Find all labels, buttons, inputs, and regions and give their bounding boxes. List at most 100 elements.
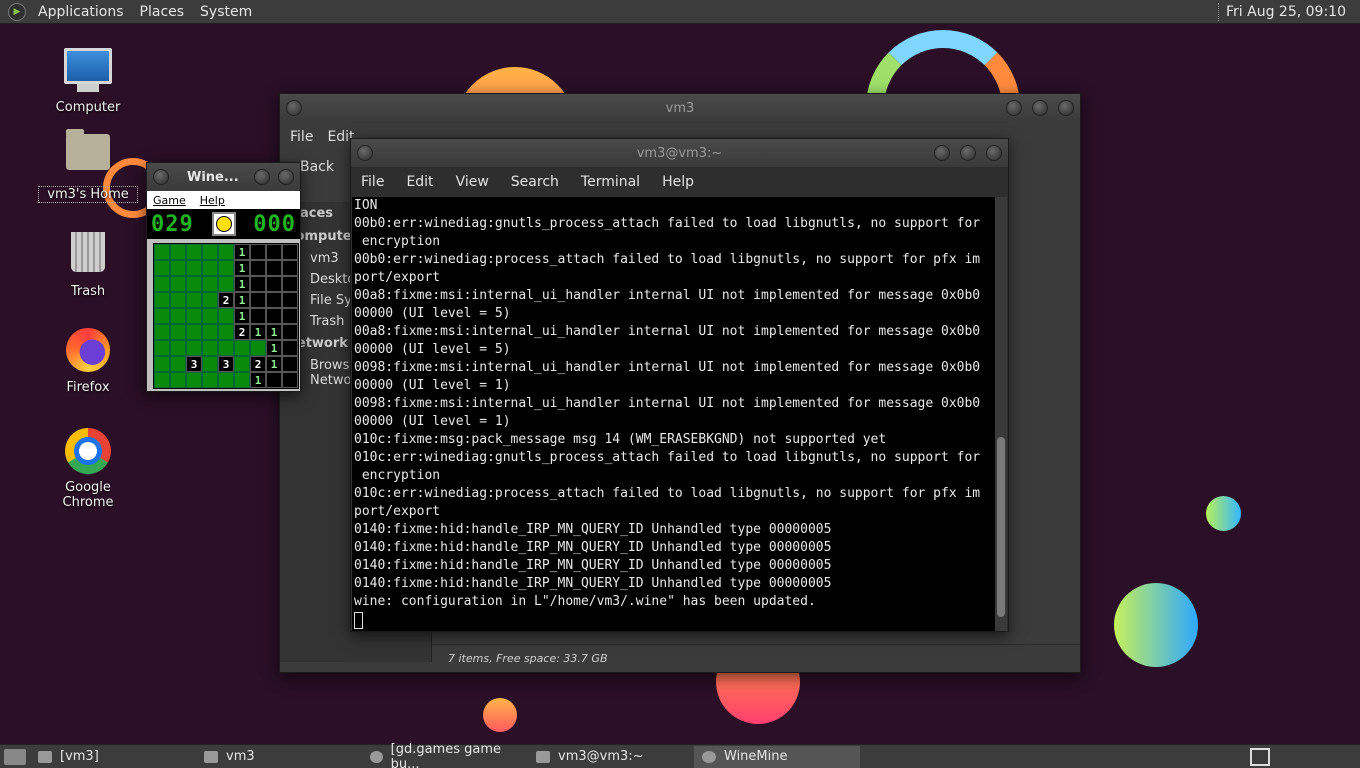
minimize-button[interactable]	[934, 145, 950, 161]
menu-help[interactable]: Help	[200, 194, 225, 207]
close-button[interactable]	[986, 145, 1002, 161]
mine-cell[interactable]: 1	[234, 292, 250, 308]
mine-cell[interactable]	[170, 324, 186, 340]
mine-cell[interactable]	[170, 276, 186, 292]
taskbar-item-chrome[interactable]: [gd.games game bu...	[362, 742, 528, 768]
mine-cell[interactable]	[170, 356, 186, 372]
close-button[interactable]	[1058, 100, 1074, 116]
mine-cell[interactable]	[266, 292, 282, 308]
mine-cell[interactable]: 1	[266, 356, 282, 372]
file-manager-titlebar[interactable]: vm3	[280, 94, 1080, 122]
mine-cell[interactable]	[154, 260, 170, 276]
mine-cell[interactable]	[250, 292, 266, 308]
mine-cell[interactable]	[170, 340, 186, 356]
mine-cell[interactable]	[186, 372, 202, 388]
maximize-button[interactable]	[960, 145, 976, 161]
mine-cell[interactable]	[186, 292, 202, 308]
mine-cell[interactable]	[186, 276, 202, 292]
mine-cell[interactable]	[282, 292, 298, 308]
mine-cell[interactable]	[202, 292, 218, 308]
terminal-prompt-line[interactable]	[354, 611, 996, 629]
mine-cell[interactable]	[202, 276, 218, 292]
mine-cell[interactable]: 2	[218, 292, 234, 308]
desktop-icon-firefox[interactable]: Firefox	[38, 326, 138, 395]
window-menu-button[interactable]	[153, 169, 169, 185]
menu-terminal[interactable]: Terminal	[581, 174, 640, 190]
mine-cell[interactable]	[234, 372, 250, 388]
taskbar-item-winemine[interactable]: WineMine	[694, 745, 860, 768]
mine-cell[interactable]	[282, 244, 298, 260]
mine-cell[interactable]	[218, 340, 234, 356]
window-menu-button[interactable]	[357, 145, 373, 161]
menu-view[interactable]: View	[456, 174, 489, 190]
mine-cell[interactable]	[202, 308, 218, 324]
mine-cell[interactable]	[154, 372, 170, 388]
terminal-scrollbar[interactable]	[995, 197, 1007, 631]
mine-cell[interactable]	[218, 372, 234, 388]
mine-cell[interactable]	[282, 340, 298, 356]
menu-edit[interactable]: Edit	[406, 174, 433, 190]
close-button[interactable]	[278, 169, 294, 185]
desktop-icon-chrome[interactable]: Google Chrome	[38, 426, 138, 510]
applications-menu[interactable]: Applications	[30, 4, 132, 20]
mine-cell[interactable]	[186, 308, 202, 324]
mine-cell[interactable]: 1	[234, 308, 250, 324]
menu-search[interactable]: Search	[511, 174, 559, 190]
desktop-icon-home[interactable]: vm3's Home	[38, 126, 138, 203]
mine-cell[interactable]	[202, 372, 218, 388]
desktop-icon-trash[interactable]: Trash	[38, 226, 138, 299]
terminal-titlebar[interactable]: vm3@vm3:~	[351, 139, 1008, 167]
mine-cell[interactable]	[186, 260, 202, 276]
mine-cell[interactable]	[282, 372, 298, 388]
mine-cell[interactable]: 1	[266, 324, 282, 340]
menu-file[interactable]: File	[361, 174, 384, 190]
desktop-icon-computer[interactable]: Computer	[38, 44, 138, 115]
back-button[interactable]: Back	[300, 159, 334, 175]
mine-cell[interactable]	[202, 260, 218, 276]
mine-cell[interactable]	[250, 244, 266, 260]
mine-cell[interactable]: 2	[234, 324, 250, 340]
distro-logo-icon[interactable]: ▶	[8, 2, 26, 21]
mine-cell[interactable]	[218, 260, 234, 276]
mine-cell[interactable]	[266, 276, 282, 292]
mine-cell[interactable]	[282, 260, 298, 276]
mine-cell[interactable]	[234, 340, 250, 356]
mine-cell[interactable]	[234, 356, 250, 372]
taskbar-item-terminal[interactable]: vm3@vm3:~	[528, 746, 694, 768]
taskbar-item-vm3[interactable]: vm3	[196, 746, 362, 768]
mine-cell[interactable]	[218, 244, 234, 260]
places-menu[interactable]: Places	[132, 4, 193, 20]
mine-cell[interactable]	[218, 276, 234, 292]
winemine-titlebar[interactable]: Wine...	[147, 163, 300, 191]
terminal-output[interactable]: ION 00b0:err:winediag:gnutls_process_atta…	[352, 197, 996, 631]
mine-cell[interactable]: 1	[234, 260, 250, 276]
mine-cell[interactable]	[170, 308, 186, 324]
mine-cell[interactable]	[154, 340, 170, 356]
mine-cell[interactable]	[250, 276, 266, 292]
menu-game[interactable]: Game	[153, 194, 186, 207]
minimize-button[interactable]	[254, 169, 270, 185]
mine-cell[interactable]	[154, 324, 170, 340]
mine-cell[interactable]: 1	[234, 244, 250, 260]
mine-cell[interactable]: 3	[218, 356, 234, 372]
mine-cell[interactable]	[218, 324, 234, 340]
show-desktop-icon[interactable]	[4, 748, 26, 765]
minimize-button[interactable]	[1006, 100, 1022, 116]
window-menu-button[interactable]	[286, 100, 302, 116]
mine-cell[interactable]	[202, 340, 218, 356]
maximize-button[interactable]	[1032, 100, 1048, 116]
mine-cell[interactable]	[154, 276, 170, 292]
mine-cell[interactable]	[170, 292, 186, 308]
mine-cell[interactable]	[266, 308, 282, 324]
mine-cell[interactable]	[282, 324, 298, 340]
new-game-smiley-button[interactable]	[211, 212, 236, 236]
mine-cell[interactable]	[266, 260, 282, 276]
mine-cell[interactable]: 1	[250, 324, 266, 340]
mine-cell[interactable]: 3	[186, 356, 202, 372]
mine-cell[interactable]	[154, 308, 170, 324]
mine-cell[interactable]	[186, 324, 202, 340]
mine-cell[interactable]	[170, 260, 186, 276]
mine-cell[interactable]	[282, 276, 298, 292]
mine-cell[interactable]	[202, 324, 218, 340]
mine-cell[interactable]	[282, 308, 298, 324]
